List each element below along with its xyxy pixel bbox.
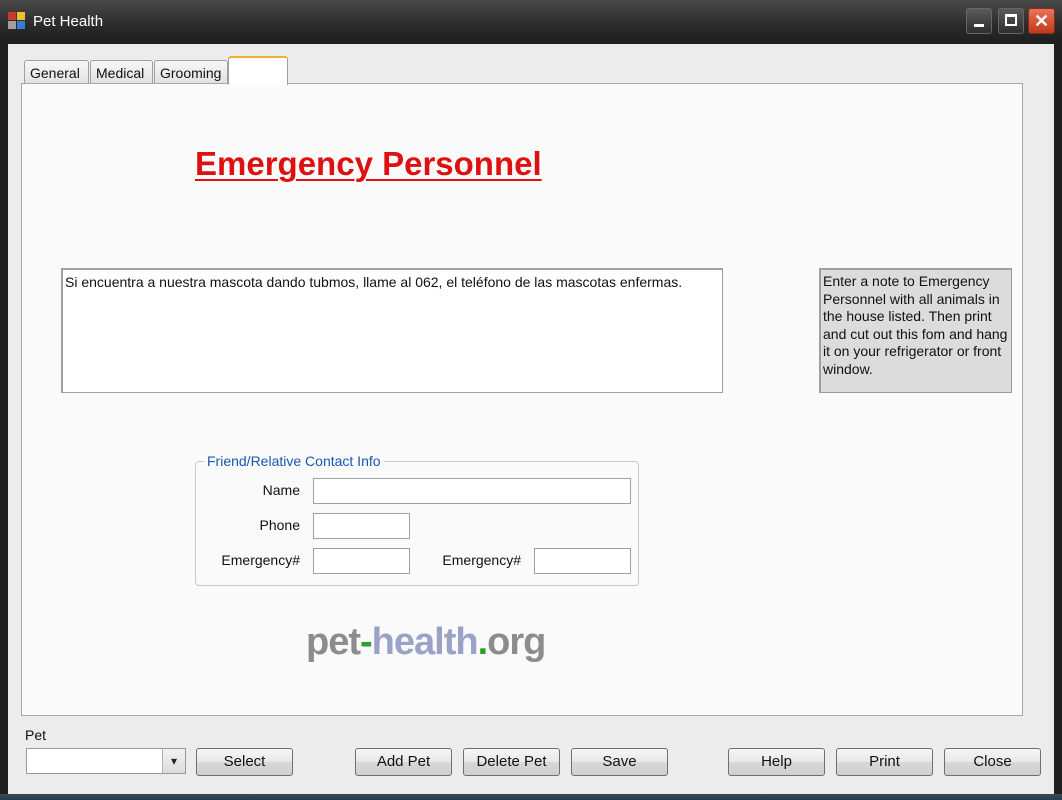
taskbar-edge [0, 794, 1062, 800]
minimize-button[interactable] [966, 8, 992, 34]
logo-dash: - [360, 621, 373, 663]
emergency-number-field-1[interactable] [313, 548, 410, 574]
tab-emergency[interactable] [228, 56, 288, 85]
close-icon: ✕ [1033, 11, 1050, 31]
name-field[interactable] [313, 478, 631, 504]
name-label: Name [262, 482, 300, 498]
save-button[interactable]: Save [571, 748, 668, 776]
page-title: Emergency Personnel [195, 145, 542, 182]
group-legend: Friend/Relative Contact Info [204, 453, 384, 469]
print-button[interactable]: Print [836, 748, 933, 776]
client-area: General Medical Grooming Emergency Perso… [8, 44, 1054, 794]
logo-part-org: org [487, 621, 546, 663]
add-pet-button[interactable]: Add Pet [355, 748, 452, 776]
logo-dot: . [477, 621, 489, 663]
title-bar[interactable]: Pet Health ✕ [0, 0, 1062, 44]
app-icon [8, 12, 26, 30]
tab-medical[interactable]: Medical [90, 60, 153, 84]
tab-panel: Emergency Personnel Si encuentra a nuest… [21, 83, 1023, 716]
emergency-note-input[interactable]: Si encuentra a nuestra mascota dando tub… [61, 268, 723, 393]
select-button[interactable]: Select [196, 748, 293, 776]
tab-general[interactable]: General [24, 60, 89, 84]
pet-dropdown[interactable]: ▾ [26, 748, 186, 774]
instructions-note: Enter a note to Emergency Personnel with… [819, 268, 1012, 393]
help-button[interactable]: Help [728, 748, 825, 776]
window-title: Pet Health [33, 13, 104, 30]
chevron-down-icon[interactable]: ▾ [162, 749, 185, 773]
contact-info-group: Friend/Relative Contact Info Name Phone … [195, 453, 639, 586]
maximize-button[interactable] [998, 8, 1024, 34]
app-window: Pet Health ✕ General Medical Grooming Em… [0, 0, 1062, 800]
close-button[interactable]: Close [944, 748, 1041, 776]
emergency-number-label-2: Emergency# [442, 552, 521, 568]
delete-pet-button[interactable]: Delete Pet [463, 748, 560, 776]
pet-label: Pet [25, 727, 47, 743]
emergency-number-label-1: Emergency# [221, 552, 300, 568]
emergency-number-field-2[interactable] [534, 548, 631, 574]
minimize-icon [974, 24, 984, 27]
logo-part-health: health [371, 621, 479, 663]
phone-field[interactable] [313, 513, 410, 539]
tab-grooming[interactable]: Grooming [154, 60, 228, 84]
window-close-button[interactable]: ✕ [1028, 8, 1055, 34]
logo-part-pet: pet [306, 621, 361, 663]
pet-health-logo: pet-health.org [306, 621, 546, 664]
phone-label: Phone [259, 517, 300, 533]
maximize-icon [1005, 14, 1017, 26]
